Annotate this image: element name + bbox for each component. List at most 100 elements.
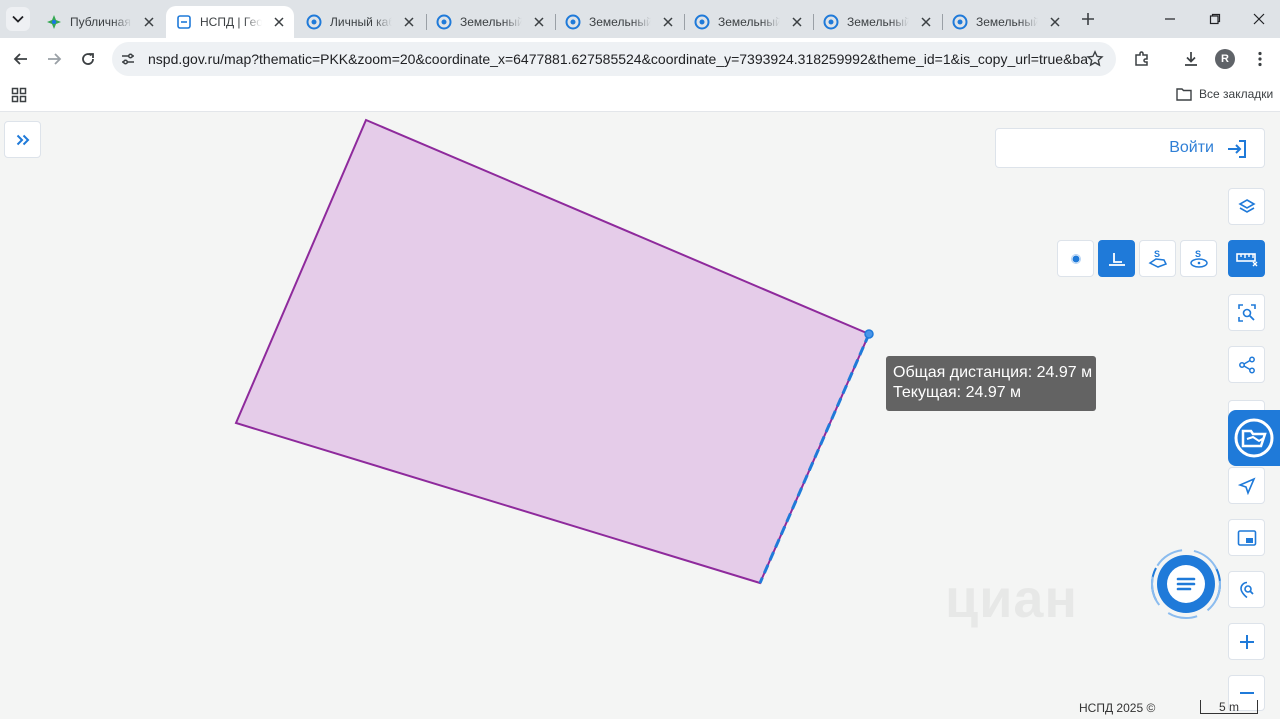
- nspd-icon: [176, 14, 192, 30]
- tab-search-button[interactable]: [6, 7, 30, 31]
- minimize-icon: [1165, 18, 1175, 20]
- restore-button[interactable]: [1204, 8, 1226, 30]
- download-icon: [1185, 52, 1197, 66]
- close-tab-icon[interactable]: [919, 15, 933, 29]
- url-text[interactable]: nspd.gov.ru/map?thematic=PKK&zoom=20&coo…: [148, 51, 1088, 67]
- close-icon: [1253, 13, 1265, 25]
- tab-6[interactable]: Земельный участок: [813, 6, 941, 38]
- measure-point[interactable]: [864, 329, 874, 339]
- close-tab-icon[interactable]: [272, 15, 286, 29]
- svg-text:S: S: [1154, 249, 1160, 259]
- tab-title: Земельный участок: [718, 15, 780, 29]
- cian-icon: [694, 14, 710, 30]
- total-distance: Общая дистанция: 24.97 м: [893, 364, 1093, 381]
- watermark: циан: [945, 569, 1079, 629]
- cian-icon: [565, 14, 581, 30]
- profile-avatar[interactable]: R: [1215, 49, 1235, 69]
- minus-icon: [1239, 692, 1254, 694]
- close-tab-icon[interactable]: [532, 15, 546, 29]
- measure-distance-button[interactable]: [1098, 240, 1135, 277]
- minimap-button[interactable]: [1228, 519, 1265, 556]
- copyright: НСПД 2025 ©: [1079, 701, 1156, 715]
- location-search-icon: [1239, 581, 1254, 598]
- bookmark-star-icon[interactable]: [1086, 50, 1104, 68]
- close-tab-icon[interactable]: [402, 15, 416, 29]
- plus-icon: [1082, 13, 1094, 25]
- plus-icon: [1239, 634, 1254, 649]
- share-button[interactable]: [1228, 346, 1265, 383]
- close-window-button[interactable]: [1248, 8, 1270, 30]
- map-canvas[interactable]: циан Войти S S Общая дистанция: 24.97 м …: [0, 113, 1280, 719]
- tab-title: НСПД | Геоинформационный портал: [200, 15, 262, 29]
- back-button[interactable]: [9, 47, 33, 71]
- address-bar[interactable]: nspd.gov.ru/map?thematic=PKK&zoom=20&coo…: [112, 42, 1116, 76]
- close-tab-icon[interactable]: [142, 15, 156, 29]
- tab-5[interactable]: Земельный участок: [684, 6, 812, 38]
- ruler-line-icon: [1108, 252, 1125, 266]
- share-icon: [1238, 356, 1255, 373]
- tab-2[interactable]: Личный кабинет: [296, 6, 424, 38]
- ruler-tool-button[interactable]: [1228, 240, 1265, 277]
- bookmarks-bar: Все закладки: [0, 80, 1280, 112]
- minimize-button[interactable]: [1159, 8, 1181, 30]
- login-icon: [1228, 140, 1246, 158]
- search-location-button[interactable]: [1228, 571, 1265, 608]
- cian-icon: [306, 14, 322, 30]
- close-tab-icon[interactable]: [790, 15, 804, 29]
- map-folder-icon: [1234, 418, 1274, 458]
- tab-strip: Публичная кадастровая карта НСПД | Геоин…: [0, 0, 1280, 38]
- site-settings-icon[interactable]: [120, 51, 136, 67]
- layers-icon: [1237, 198, 1256, 213]
- restore-icon: [1209, 13, 1221, 25]
- browser-toolbar: nspd.gov.ru/map?thematic=PKK&zoom=20&coo…: [0, 38, 1280, 80]
- tab-4[interactable]: Земельный участок: [555, 6, 683, 38]
- zoom-in-button[interactable]: [1228, 623, 1265, 660]
- select-area-button[interactable]: [1228, 294, 1265, 331]
- tab-3[interactable]: Земельный участок: [426, 6, 554, 38]
- close-tab-icon[interactable]: [661, 15, 675, 29]
- apps-grid-icon[interactable]: [11, 87, 27, 103]
- tab-1[interactable]: НСПД | Геоинформационный портал: [166, 6, 294, 38]
- arrow-left-icon: [13, 53, 27, 65]
- scale-bar: 5 m: [1200, 700, 1258, 714]
- navigation-arrow-icon: [1237, 476, 1256, 495]
- land-parcel[interactable]: [234, 118, 871, 585]
- reload-icon: [82, 53, 94, 65]
- point-icon: [1070, 253, 1081, 264]
- area-circle-icon: S: [1189, 249, 1208, 268]
- arrow-right-icon: [48, 53, 62, 65]
- pkk-icon: [46, 14, 62, 30]
- chat-button[interactable]: [1144, 542, 1228, 626]
- tab-title: Личный кабинет: [330, 15, 392, 29]
- measure-circle-button[interactable]: S: [1180, 240, 1217, 277]
- tab-title: Земельный участок: [589, 15, 651, 29]
- forward-button[interactable]: [42, 47, 66, 71]
- ruler-icon: [1235, 252, 1257, 266]
- close-tab-icon[interactable]: [1048, 15, 1062, 29]
- downloads-button[interactable]: [1179, 47, 1203, 71]
- extensions-button[interactable]: [1130, 47, 1154, 71]
- login-label: Войти: [1169, 139, 1214, 156]
- layers-button[interactable]: [1228, 188, 1265, 225]
- login-button[interactable]: Войти: [995, 128, 1265, 168]
- tab-7[interactable]: Земельный участок: [942, 6, 1070, 38]
- tab-title: Земельный участок: [847, 15, 909, 29]
- more-vertical-icon: [1258, 51, 1262, 67]
- picture-in-picture-icon: [1237, 529, 1256, 546]
- all-bookmarks-button[interactable]: Все закладки: [1176, 87, 1273, 101]
- reload-button[interactable]: [76, 47, 100, 71]
- measure-area-button[interactable]: S: [1139, 240, 1176, 277]
- svg-text:S: S: [1195, 249, 1201, 259]
- new-tab-button[interactable]: [1078, 9, 1098, 29]
- map-widget-button[interactable]: [1228, 410, 1280, 466]
- folder-icon: [1176, 88, 1192, 101]
- parcel-layer: [234, 118, 874, 585]
- tab-title: Публичная кадастровая карта: [70, 15, 132, 29]
- tab-0[interactable]: Публичная кадастровая карта: [36, 6, 164, 38]
- locate-button[interactable]: [1228, 467, 1265, 504]
- expand-panel-button[interactable]: [4, 121, 41, 158]
- browser-menu-button[interactable]: [1248, 47, 1272, 71]
- measure-point-button[interactable]: [1057, 240, 1094, 277]
- puzzle-icon: [1135, 51, 1148, 66]
- cian-icon: [436, 14, 452, 30]
